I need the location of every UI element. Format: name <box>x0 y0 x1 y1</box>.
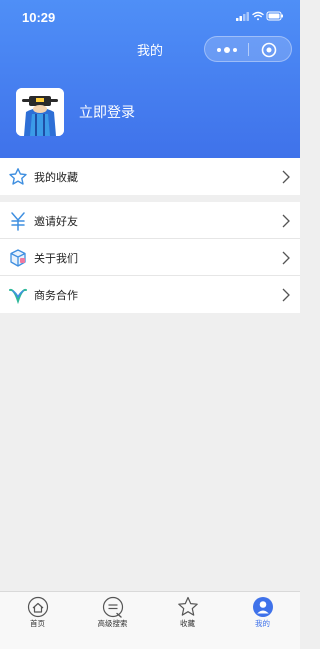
menu-group-info: 邀请好友 关于我们 商务合作 <box>0 202 300 313</box>
menu-item-favorites[interactable]: 我的收藏 <box>0 158 300 195</box>
tab-label: 收藏 <box>180 619 195 628</box>
tab-mine[interactable]: 我的 <box>225 594 300 648</box>
chevron-right-icon <box>282 170 290 184</box>
bottom-tab-bar: 首页 高级搜索 收藏 我的 <box>0 591 300 649</box>
home-icon <box>27 596 49 618</box>
chevron-right-icon <box>282 251 290 265</box>
star-icon <box>178 596 198 616</box>
handshake-icon <box>9 288 27 305</box>
signal-icon <box>236 12 249 21</box>
profile-header: 10:29 我的 立即登录 <box>0 0 300 158</box>
official-avatar-icon <box>16 88 64 136</box>
avatar[interactable] <box>16 88 64 136</box>
mini-program-capsule[interactable] <box>204 36 292 62</box>
menu-item-label: 关于我们 <box>34 252 78 265</box>
battery-icon <box>266 11 283 21</box>
menu-item-about-us[interactable]: 关于我们 <box>0 239 300 276</box>
status-time: 10:29 <box>22 10 56 25</box>
tab-advanced-search[interactable]: 高级搜索 <box>75 594 150 648</box>
menu-item-label: 商务合作 <box>34 289 78 302</box>
capsule-divider <box>248 43 249 56</box>
search-icon <box>102 596 124 618</box>
menu-item-label: 邀请好友 <box>34 215 78 228</box>
chevron-right-icon <box>282 214 290 228</box>
chevron-right-icon <box>282 288 290 302</box>
tab-label: 我的 <box>255 619 270 628</box>
login-link[interactable]: 立即登录 <box>79 102 135 122</box>
tab-label: 首页 <box>30 619 45 628</box>
star-icon <box>9 168 27 185</box>
menu-item-invite-friends[interactable]: 邀请好友 <box>0 202 300 239</box>
tab-favorites[interactable]: 收藏 <box>150 594 225 648</box>
menu-item-business-cooperation[interactable]: 商务合作 <box>0 276 300 313</box>
status-icons <box>236 11 283 21</box>
status-bar: 10:29 <box>0 0 300 32</box>
wifi-icon <box>252 11 264 21</box>
box-icon <box>10 249 26 267</box>
menu-item-label: 我的收藏 <box>34 171 78 184</box>
person-icon <box>253 597 273 617</box>
menu-group-favorites: 我的收藏 <box>0 158 300 195</box>
tab-home[interactable]: 首页 <box>0 594 75 648</box>
tab-label: 高级搜索 <box>97 619 128 628</box>
close-icon[interactable] <box>261 42 277 58</box>
more-icon[interactable] <box>215 45 239 55</box>
yuan-icon <box>11 212 25 231</box>
